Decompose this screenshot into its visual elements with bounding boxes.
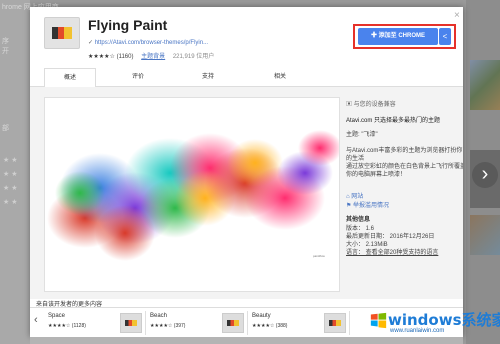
- background-left-panel: hrome 网上应用商 序 开 部 ★★ ★★ ★★ ★★: [0, 0, 59, 344]
- card-thumbnail-icon: [120, 313, 142, 333]
- rating-stars-icon: ★★★★☆: [88, 54, 115, 60]
- screenshot-credit: paintflow: [313, 254, 325, 258]
- add-button-label: 添加至 CHROME: [378, 33, 425, 39]
- chevron-left-icon[interactable]: ‹: [34, 314, 38, 326]
- rating-count[interactable]: (1160): [117, 54, 134, 60]
- verified-icon: ✓: [88, 40, 95, 46]
- carousel-next-button[interactable]: ›: [472, 162, 498, 188]
- headline: Atavi.com 只选择最多最热门的主题: [346, 118, 441, 124]
- device-icon: ▣: [346, 102, 354, 108]
- background-thumbnail: [470, 60, 500, 110]
- tab-support[interactable]: 支持: [188, 68, 228, 86]
- language-link[interactable]: 语言： 查看全部20种受支持的语言: [346, 250, 438, 256]
- background-star-row: ★★: [3, 199, 20, 206]
- compat-text: 与您的设备兼容: [353, 102, 396, 108]
- tab-bar: 概述 评价 支持 相关: [30, 68, 463, 88]
- windows-logo-icon: [370, 312, 387, 329]
- tab-reviews[interactable]: 评价: [118, 68, 158, 86]
- card-divider: [349, 311, 350, 335]
- card-thumbnail-icon: [324, 313, 346, 333]
- report-link-label: 举报滥用情况: [353, 203, 390, 209]
- language-info[interactable]: 语言： 查看全部20种受支持的语言: [346, 247, 438, 256]
- report-abuse-link[interactable]: ⚑ 举报滥用情况: [346, 200, 389, 209]
- extension-detail-dialog: × Flying Paint ✓ https://Atavi.com/brows…: [30, 7, 463, 337]
- site-url[interactable]: https://Atavi.com/browser-themes/p/Flyin…: [95, 40, 208, 46]
- description-line: 你的电脑屏幕上喷漆！: [346, 172, 407, 178]
- background-nav-item: 开: [2, 48, 9, 55]
- card-name: Beauty: [252, 313, 271, 319]
- user-count: 221,919 位用户: [172, 54, 215, 60]
- flag-icon: ⚑: [346, 203, 354, 209]
- related-theme-card[interactable]: Space ★★★★☆ (1128): [48, 311, 143, 337]
- close-icon[interactable]: ×: [454, 10, 460, 21]
- compat-note: ▣ 与您的设备兼容: [346, 99, 396, 108]
- paint-splash-image: [47, 130, 342, 261]
- watermark-url: www.ruanlaiwin.com: [390, 328, 445, 334]
- background-nav-item: 序: [2, 38, 9, 45]
- category-link[interactable]: 主题背景: [141, 54, 165, 60]
- card-name: Space: [48, 313, 66, 319]
- background-star-row: ★★: [3, 185, 20, 192]
- related-theme-card[interactable]: Beauty ★★★★☆ (388): [252, 311, 347, 337]
- related-theme-card[interactable]: Beach ★★★★☆ (397): [150, 311, 245, 337]
- watermark-text: windows系统家园: [388, 311, 500, 329]
- theme-name: 主题: "飞漆": [346, 132, 378, 138]
- theme-title: Flying Paint: [88, 17, 168, 33]
- background-nav-item: 部: [2, 125, 9, 132]
- card-thumbnail-icon: [222, 313, 244, 333]
- card-divider: [145, 311, 146, 335]
- developer-site-link[interactable]: ✓ https://Atavi.com/browser-themes/p/Fly…: [88, 39, 208, 46]
- card-rating: ★★★★☆ (397): [150, 323, 186, 329]
- watermark: windows系统家园 www.ruanlaiwin.com: [368, 306, 500, 342]
- theme-logo-icon: [44, 17, 80, 49]
- card-name: Beach: [150, 313, 168, 319]
- card-rating: ★★★★☆ (388): [252, 323, 288, 329]
- background-star-row: ★★: [3, 157, 20, 164]
- card-divider: [247, 311, 248, 335]
- background-star-row: ★★: [3, 171, 20, 178]
- tab-overview[interactable]: 概述: [44, 68, 96, 88]
- theme-screenshot[interactable]: [44, 97, 342, 292]
- card-rating: ★★★★☆ (1128): [48, 323, 86, 329]
- add-icon: ✚: [370, 33, 379, 39]
- rating-row: ★★★★☆ (1160) 主题背景 221,919 位用户: [88, 51, 214, 60]
- extra-info-heading: 其他信息: [346, 217, 371, 223]
- tab-related[interactable]: 相关: [260, 68, 300, 86]
- website-link[interactable]: ⌂ 网站: [346, 191, 363, 200]
- background-thumbnail: [470, 215, 500, 255]
- add-to-chrome-button[interactable]: ✚ 添加至 CHROME: [358, 28, 438, 45]
- share-icon[interactable]: <: [439, 28, 451, 45]
